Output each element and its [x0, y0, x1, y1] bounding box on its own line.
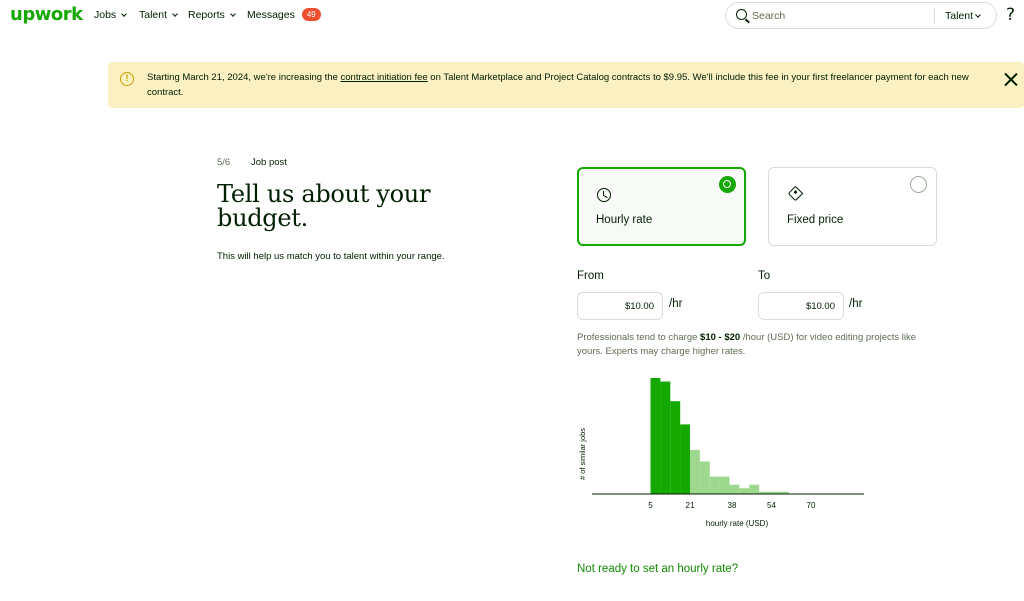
from-label: From [577, 270, 604, 282]
x-tick-label: 21 [686, 501, 695, 510]
hourly-rate-label: Hourly rate [596, 214, 653, 226]
x-tick-label: 54 [767, 501, 776, 510]
histogram-bar [660, 381, 671, 494]
fixed-price-option[interactable]: Fixed price [768, 167, 937, 246]
nav-talent-label: Talent [139, 9, 168, 21]
banner-message: Starting March 21, 2024, we're increasin… [147, 71, 977, 100]
nav-reports-label: Reports [188, 9, 225, 21]
chevron-down-icon [121, 10, 128, 17]
x-tick-label: 70 [807, 501, 816, 510]
x-tick-label: 38 [728, 501, 737, 510]
nav-messages-label: Messages [247, 8, 295, 21]
x-axis-label: hourly rate (USD) [706, 519, 769, 528]
histogram-bar [670, 401, 681, 494]
histogram-bar [690, 449, 700, 494]
not-ready-hourly-rate-link[interactable]: Not ready to set an hourly rate? [577, 563, 738, 575]
fee-announcement-banner: ! Starting March 21, 2024, we're increas… [108, 62, 1024, 108]
hint-before: Professionals tend to charge [577, 332, 701, 343]
hourly-rate-histogram: 5 21 38 54 70 hourly rate (USD) # of similar… [578, 378, 864, 528]
histogram-bar [739, 488, 750, 494]
search-input[interactable] [752, 8, 922, 24]
histogram-bars [650, 378, 789, 494]
histogram-bar [719, 476, 730, 494]
from-rate-input[interactable] [577, 292, 663, 320]
histogram-bar [650, 378, 661, 494]
histogram-bar [749, 484, 760, 494]
rate-hint: Professionals tend to charge $10 - $20 /… [577, 331, 942, 359]
step-title: Job post [251, 157, 287, 168]
nav-jobs-label: Jobs [94, 9, 117, 21]
chevron-down-icon [229, 10, 236, 17]
search-divider [934, 8, 935, 24]
nav-messages[interactable]: Messages 49 [247, 8, 321, 21]
search-scope-label: Talent [945, 10, 974, 22]
from-unit: /hr [669, 298, 683, 310]
histogram-bar [709, 476, 720, 494]
to-rate-input[interactable] [758, 292, 844, 320]
clock-icon [597, 188, 611, 202]
help-icon[interactable]: ? [1006, 5, 1015, 25]
upwork-logo[interactable]: upwork [10, 4, 83, 25]
step-counter: 5/6 [217, 157, 231, 168]
warning-icon: ! [120, 72, 134, 86]
histogram-bar [699, 461, 710, 494]
hourly-rate-option[interactable]: Hourly rate [577, 167, 746, 246]
chevron-down-icon [172, 10, 178, 17]
banner-text-before: Starting March 21, 2024, we're increasin… [147, 72, 341, 83]
nav-jobs[interactable]: Jobs [94, 9, 128, 21]
fixed-price-label: Fixed price [787, 214, 844, 226]
hint-range: $10 - $20 [700, 332, 741, 343]
page-subtext: This will help us match you to talent wi… [217, 251, 445, 262]
search-scope-dropdown[interactable]: Talent [945, 10, 981, 22]
chevron-down-icon [975, 11, 981, 18]
fixed-price-radio[interactable] [910, 176, 927, 193]
search-bar: Talent [725, 2, 997, 29]
search-icon[interactable] [736, 9, 747, 20]
page-title: Tell us about your budget. [217, 180, 431, 232]
histogram-bar [729, 484, 740, 494]
x-axis-ticks: 5 21 38 54 70 [648, 501, 816, 510]
x-tick-label: 5 [648, 501, 653, 510]
nav-talent[interactable]: Talent [139, 9, 178, 21]
contract-initiation-fee-link[interactable]: contract initiation fee [341, 72, 428, 83]
to-label: To [758, 270, 771, 282]
hourly-rate-radio[interactable] [719, 176, 736, 193]
nav-reports[interactable]: Reports [188, 9, 236, 21]
histogram-bar [680, 424, 690, 494]
y-axis-label: # of similar jobs [578, 428, 587, 480]
to-unit: /hr [849, 298, 863, 310]
price-tag-icon [787, 185, 804, 202]
top-nav: upwork Jobs Talent Reports Messages 49 T… [0, 0, 1024, 32]
messages-count-badge: 49 [301, 8, 321, 21]
close-icon[interactable] [1004, 72, 1018, 86]
